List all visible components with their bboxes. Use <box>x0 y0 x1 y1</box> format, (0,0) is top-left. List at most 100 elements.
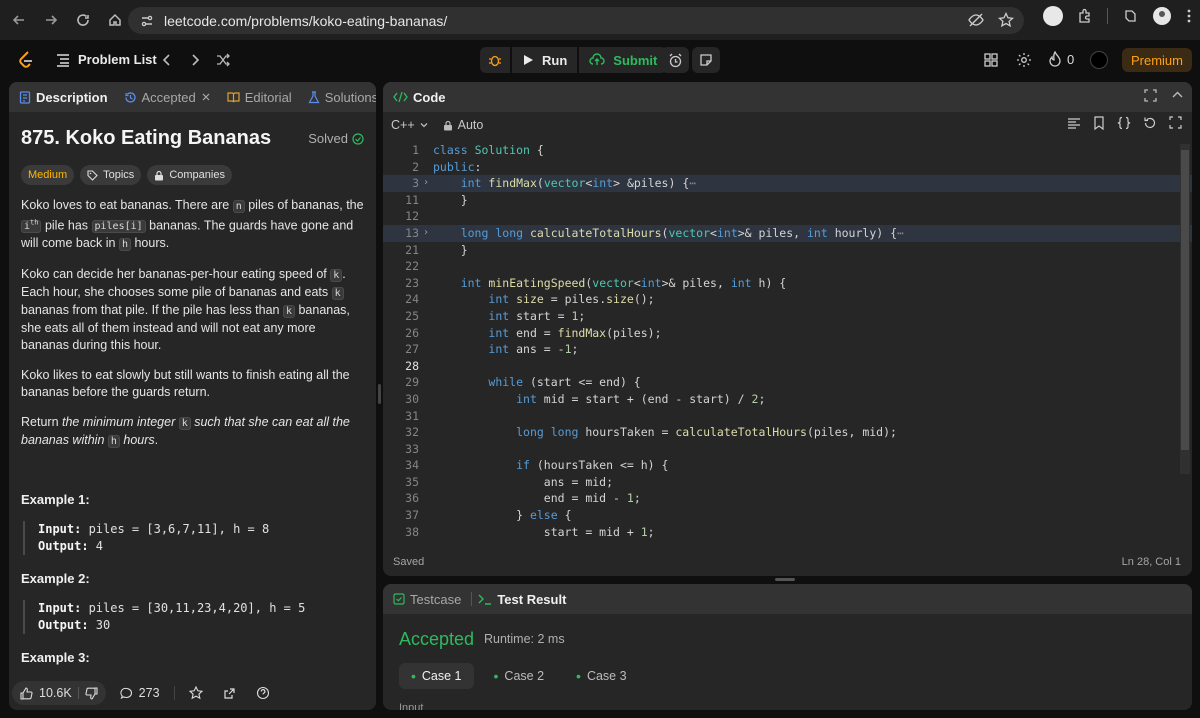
submit-button[interactable]: Submit <box>579 47 668 73</box>
code-line[interactable]: 21 } <box>383 242 1192 259</box>
extension-avatar-icon[interactable] <box>1043 6 1063 26</box>
code-line[interactable]: 28 <box>383 358 1192 375</box>
favorite-button[interactable] <box>183 681 209 705</box>
problem-title[interactable]: 875. Koko Eating Bananas <box>21 127 271 150</box>
code-line[interactable]: 12 <box>383 208 1192 225</box>
code-line[interactable]: 23 int minEatingSpeed(vector<int>& piles… <box>383 275 1192 292</box>
settings-gear-icon[interactable] <box>1016 52 1032 68</box>
shuffle-icon[interactable] <box>216 53 230 67</box>
notes-button[interactable] <box>692 47 720 73</box>
next-problem-chevron-icon[interactable] <box>188 53 202 67</box>
code-line[interactable]: 37 } else { <box>383 507 1192 524</box>
fold-chevron-icon[interactable]: › <box>423 175 429 192</box>
bookmark-star-icon[interactable] <box>998 12 1014 28</box>
code-line[interactable]: 35 ans = mid; <box>383 474 1192 491</box>
case-2-tab[interactable]: • Case 2 <box>482 663 557 689</box>
vertical-resize-handle[interactable] <box>378 384 381 404</box>
share-button[interactable] <box>217 681 242 705</box>
forward-arrow-icon[interactable] <box>36 5 66 35</box>
address-bar[interactable]: leetcode.com/problems/koko-eating-banana… <box>128 7 1024 34</box>
tab-accepted[interactable]: Accepted <box>124 90 211 105</box>
site-settings-icon[interactable] <box>140 14 154 28</box>
maximize-icon[interactable] <box>1144 89 1157 102</box>
description-body: 875. Koko Eating Bananas Solved Medium T… <box>9 127 376 665</box>
copilot-icon[interactable] <box>1122 8 1138 24</box>
topics-chip[interactable]: Topics <box>80 165 142 185</box>
lock-icon <box>155 170 164 180</box>
home-icon[interactable] <box>100 5 130 35</box>
p2-text-c: bananas from that pile. If the pile has … <box>21 303 283 318</box>
leetcode-logo-icon[interactable] <box>16 50 36 70</box>
reset-icon[interactable] <box>1143 116 1157 130</box>
fold-chevron-icon[interactable]: › <box>423 225 429 242</box>
code-line[interactable]: 22 <box>383 258 1192 275</box>
help-button[interactable] <box>250 681 276 705</box>
line-number: 21 <box>405 242 419 257</box>
eye-off-icon[interactable] <box>968 12 984 28</box>
debug-button[interactable] <box>480 47 510 73</box>
tab-description-label: Description <box>36 89 108 105</box>
comments-button[interactable]: 273 <box>114 681 166 705</box>
code-editor[interactable]: 1 class Solution {2 public: 3 › int findMax(… <box>383 142 1192 542</box>
code-line[interactable]: 32 long long hoursTaken = calculateTotal… <box>383 424 1192 441</box>
extensions-puzzle-icon[interactable] <box>1077 8 1093 24</box>
code-line[interactable]: 3 › int findMax(vector<int> &piles) {⋯ <box>383 175 1192 192</box>
code-line[interactable]: 31 <box>383 408 1192 425</box>
code-scrollbar-thumb[interactable] <box>1181 150 1189 450</box>
code-line[interactable]: 33 <box>383 441 1192 458</box>
language-select[interactable]: C++ <box>391 118 429 132</box>
companies-chip[interactable]: Companies <box>147 165 232 185</box>
problem-list-link[interactable]: Problem List <box>56 52 157 67</box>
case-3-tab[interactable]: • Case 3 <box>564 663 639 689</box>
more-vertical-icon[interactable] <box>1186 8 1192 24</box>
horizontal-resize-handle[interactable] <box>775 578 795 581</box>
code-line[interactable]: 2 public: <box>383 159 1192 176</box>
tab-editorial[interactable]: Editorial <box>227 90 292 105</box>
code-line[interactable]: 34 if (hoursTaken <= h) { <box>383 457 1192 474</box>
fullscreen-icon[interactable] <box>1169 116 1182 129</box>
timer-button[interactable] <box>661 47 689 73</box>
code-line[interactable]: 26 int end = findMax(piles); <box>383 325 1192 342</box>
code-text: } <box>433 192 468 207</box>
reload-icon[interactable] <box>68 5 98 35</box>
code-line[interactable]: 38 start = mid + 1; <box>383 524 1192 541</box>
code-line[interactable]: 24 int size = piles.size(); <box>383 291 1192 308</box>
code-scrollbar[interactable] <box>1180 144 1190 474</box>
code-line[interactable]: 30 int mid = start + (end - start) / 2; <box>383 391 1192 408</box>
thumbs-down-icon[interactable] <box>85 686 98 700</box>
profile-icon[interactable] <box>1152 6 1172 26</box>
streak-counter[interactable]: 0 <box>1048 51 1074 67</box>
run-button[interactable]: Run <box>512 47 578 73</box>
code-brackets-icon <box>393 91 408 103</box>
auto-mode-toggle[interactable]: Auto <box>443 118 483 132</box>
curly-braces-icon[interactable] <box>1117 116 1131 130</box>
user-avatar[interactable] <box>1090 51 1108 69</box>
topics-label: Topics <box>103 169 135 181</box>
line-number: 37 <box>405 508 419 523</box>
layout-grid-icon[interactable] <box>983 52 999 68</box>
code-line[interactable]: 25 int start = 1; <box>383 308 1192 325</box>
bookmark-icon[interactable] <box>1093 116 1105 130</box>
tab-description[interactable]: Description <box>19 90 108 105</box>
format-lines-icon[interactable] <box>1067 116 1081 130</box>
code-line[interactable]: 27 int ans = -1; <box>383 341 1192 358</box>
back-arrow-icon[interactable] <box>4 5 34 35</box>
premium-button[interactable]: Premium <box>1122 48 1192 72</box>
tab-testcase[interactable]: Testcase <box>393 592 461 607</box>
tab-solutions[interactable]: Solutions <box>308 90 376 105</box>
close-tab-icon[interactable] <box>201 92 211 102</box>
code-line[interactable]: 1 class Solution { <box>383 142 1192 159</box>
code-line[interactable]: 13 › long long calculateTotalHours(vector… <box>383 224 1192 242</box>
code-line[interactable]: 29 while (start <= end) { <box>383 374 1192 391</box>
collapse-chevron-icon[interactable] <box>1171 89 1184 102</box>
problem-tags: Medium Topics Companies <box>21 165 364 185</box>
code-line[interactable]: 11 } <box>383 192 1192 209</box>
tab-test-result[interactable]: Test Result <box>478 592 566 607</box>
case-1-tab[interactable]: • Case 1 <box>399 663 474 689</box>
prev-problem-chevron-icon[interactable] <box>160 53 174 67</box>
code-line[interactable]: 36 end = mid - 1; <box>383 490 1192 507</box>
thumbs-up-icon[interactable] <box>20 686 33 700</box>
example-3-title: Example 3: <box>21 650 90 666</box>
inline-code-k: k <box>178 417 191 431</box>
tab-code[interactable]: Code <box>393 90 446 105</box>
